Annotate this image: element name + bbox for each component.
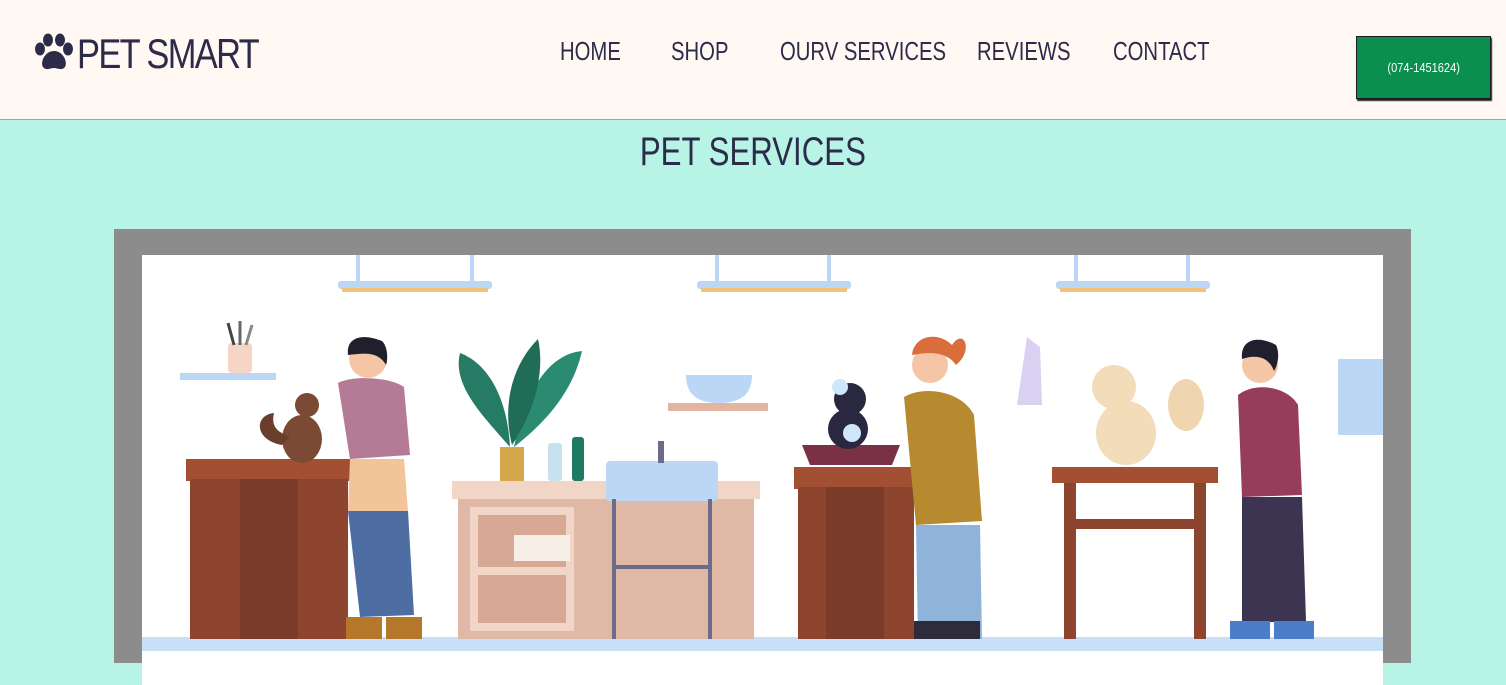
page-title: PET SERVICES [639, 130, 867, 174]
brand-name: PET SMART [77, 30, 260, 77]
phone-button-label: (074-1451624) [1387, 60, 1460, 75]
nav-shop[interactable]: SHOP [671, 36, 728, 67]
nav-home[interactable]: HOME [560, 36, 621, 67]
site-header: PET SMART HOME SHOP OURV SERVICES REVIEW… [0, 0, 1506, 120]
brand-logo[interactable]: PET SMART [33, 28, 298, 80]
lamp-icon [338, 255, 1210, 292]
hero-image [114, 229, 1411, 685]
nav-contact[interactable]: CONTACT [1113, 36, 1210, 67]
phone-button[interactable]: (074-1451624) [1356, 36, 1491, 99]
paw-icon [33, 32, 75, 77]
nav-reviews[interactable]: REVIEWS [977, 36, 1071, 67]
grooming-illustration [142, 255, 1383, 685]
nav-services[interactable]: OURV SERVICES [780, 36, 946, 67]
